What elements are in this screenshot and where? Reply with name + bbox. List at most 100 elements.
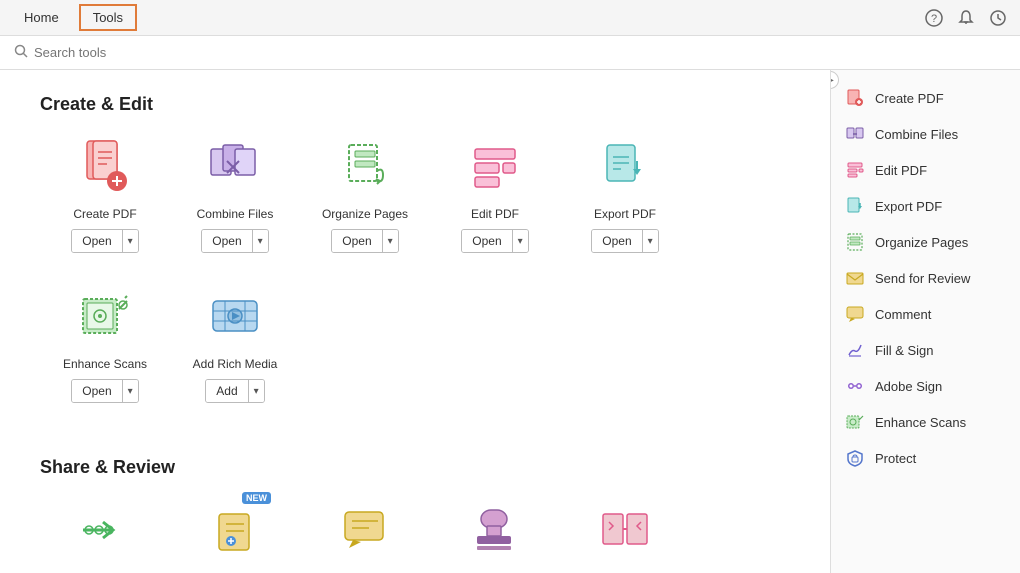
sidebar-comment-icon [845, 304, 865, 324]
combine-files-icon [203, 135, 267, 199]
compare-icon [593, 498, 657, 562]
tool-organize-pages: Organize Pages Open ▾ [300, 135, 430, 253]
sidebar-protect-icon [845, 448, 865, 468]
tool-create-pdf: Create PDF Open ▾ [40, 135, 170, 253]
tab-tools[interactable]: Tools [79, 4, 137, 31]
sidebar-label-edit-pdf: Edit PDF [875, 163, 927, 178]
sidebar-edit-pdf-icon [845, 160, 865, 180]
help-icon[interactable]: ? [924, 8, 944, 28]
sidebar-label-comment: Comment [875, 307, 931, 322]
add-rich-media-name: Add Rich Media [193, 357, 278, 371]
add-rich-media-add-btn[interactable]: Add [206, 380, 247, 402]
sidebar-item-fill-sign[interactable]: Fill & Sign [831, 332, 1020, 368]
new-badge: NEW [242, 492, 271, 504]
sidebar-label-combine-files: Combine Files [875, 127, 958, 142]
create-edit-section: Create & Edit [40, 94, 790, 427]
tab-home[interactable]: Home [12, 6, 71, 29]
share-review-title: Share & Review [40, 457, 790, 478]
add-rich-media-icon [203, 285, 267, 349]
create-edit-title: Create & Edit [40, 94, 790, 115]
create-pdf-arrow-btn[interactable]: ▾ [122, 230, 138, 252]
sidebar-send-review-icon [845, 268, 865, 288]
export-pdf-arrow-btn[interactable]: ▾ [642, 230, 658, 252]
sidebar-label-enhance-scans: Enhance Scans [875, 415, 966, 430]
edit-pdf-arrow-btn[interactable]: ▾ [512, 230, 528, 252]
enhance-scans-btn-group: Open ▾ [71, 379, 138, 403]
comment-share-icon [333, 498, 397, 562]
tool-combine-files: Combine Files Open ▾ [170, 135, 300, 253]
sidebar: ▶ Create PDF Combine Files Edit PDF [830, 70, 1020, 573]
history-icon[interactable] [988, 8, 1008, 28]
sidebar-combine-files-icon [845, 124, 865, 144]
share-new-icon [203, 498, 267, 562]
combine-files-name: Combine Files [197, 207, 274, 221]
organize-pages-btn-group: Open ▾ [331, 229, 398, 253]
share-review-section: Share & Review [40, 457, 790, 573]
share-tool-4 [430, 498, 560, 570]
share-tool-1 [40, 498, 170, 570]
top-navigation: Home Tools ? [0, 0, 1020, 36]
export-pdf-icon [593, 135, 657, 199]
sidebar-item-organize-pages[interactable]: Organize Pages [831, 224, 1020, 260]
notification-icon[interactable] [956, 8, 976, 28]
sidebar-item-adobe-sign[interactable]: Adobe Sign [831, 368, 1020, 404]
sidebar-adobe-sign-icon [845, 376, 865, 396]
combine-files-open-btn[interactable]: Open [202, 230, 251, 252]
edit-pdf-icon [463, 135, 527, 199]
nav-icon-group: ? [924, 8, 1008, 28]
sidebar-item-protect[interactable]: Protect [831, 440, 1020, 476]
organize-pages-open-btn[interactable]: Open [332, 230, 381, 252]
search-icon [14, 44, 28, 61]
sidebar-export-pdf-icon [845, 196, 865, 216]
create-pdf-name: Create PDF [73, 207, 136, 221]
sidebar-fill-sign-icon [845, 340, 865, 360]
sidebar-label-organize-pages: Organize Pages [875, 235, 968, 250]
enhance-scans-open-btn[interactable]: Open [72, 380, 121, 402]
add-rich-media-arrow-btn[interactable]: ▾ [248, 380, 264, 402]
export-pdf-btn-group: Open ▾ [591, 229, 658, 253]
sidebar-item-enhance-scans[interactable]: Enhance Scans [831, 404, 1020, 440]
sidebar-label-fill-sign: Fill & Sign [875, 343, 934, 358]
share-tool-2: NEW [170, 498, 300, 570]
sidebar-item-send-for-review[interactable]: Send for Review [831, 260, 1020, 296]
sidebar-label-create-pdf: Create PDF [875, 91, 944, 106]
tool-edit-pdf: Edit PDF Open ▾ [430, 135, 560, 253]
share-arrow-icon [73, 498, 137, 562]
search-input[interactable] [34, 45, 234, 60]
sidebar-item-edit-pdf[interactable]: Edit PDF [831, 152, 1020, 188]
share-tool-5 [560, 498, 690, 570]
sidebar-item-create-pdf[interactable]: Create PDF [831, 80, 1020, 116]
main-layout: Create & Edit [0, 70, 1020, 573]
export-pdf-open-btn[interactable]: Open [592, 230, 641, 252]
tool-export-pdf: Export PDF Open ▾ [560, 135, 690, 253]
edit-pdf-name: Edit PDF [471, 207, 519, 221]
create-pdf-btn-group: Open ▾ [71, 229, 138, 253]
share-review-grid: NEW [40, 498, 790, 573]
create-pdf-icon [73, 135, 137, 199]
stamp-icon [463, 498, 527, 562]
sidebar-item-combine-files[interactable]: Combine Files [831, 116, 1020, 152]
content-area: Create & Edit [0, 70, 830, 573]
create-edit-grid: Create PDF Open ▾ [40, 135, 790, 427]
sidebar-label-protect: Protect [875, 451, 916, 466]
organize-pages-arrow-btn[interactable]: ▾ [382, 230, 398, 252]
sidebar-enhance-scans-icon [845, 412, 865, 432]
organize-pages-icon [333, 135, 397, 199]
sidebar-label-export-pdf: Export PDF [875, 199, 942, 214]
combine-files-btn-group: Open ▾ [201, 229, 268, 253]
sidebar-label-send-for-review: Send for Review [875, 271, 970, 286]
add-rich-media-btn-group: Add ▾ [205, 379, 264, 403]
enhance-scans-name: Enhance Scans [63, 357, 147, 371]
organize-pages-name: Organize Pages [322, 207, 408, 221]
edit-pdf-btn-group: Open ▾ [461, 229, 528, 253]
sidebar-item-comment[interactable]: Comment [831, 296, 1020, 332]
edit-pdf-open-btn[interactable]: Open [462, 230, 511, 252]
share-tool-3 [300, 498, 430, 570]
tool-add-rich-media: Add Rich Media Add ▾ [170, 285, 300, 403]
combine-files-arrow-btn[interactable]: ▾ [252, 230, 268, 252]
search-bar [0, 36, 1020, 70]
sidebar-item-export-pdf[interactable]: Export PDF [831, 188, 1020, 224]
enhance-scans-arrow-btn[interactable]: ▾ [122, 380, 138, 402]
create-pdf-open-btn[interactable]: Open [72, 230, 121, 252]
sidebar-label-adobe-sign: Adobe Sign [875, 379, 942, 394]
